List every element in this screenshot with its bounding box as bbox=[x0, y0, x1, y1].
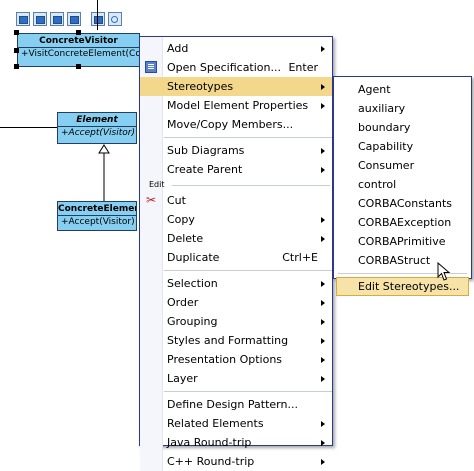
submenu-arrow-icon bbox=[321, 376, 325, 382]
generalization-arrow bbox=[98, 144, 110, 202]
menu-item-styles-and-formatting[interactable]: Styles and Formatting bbox=[140, 331, 332, 350]
dependency-resource-icon[interactable] bbox=[50, 12, 64, 26]
class-element[interactable]: Element +Accept(Visitor) bbox=[57, 112, 137, 144]
menu-item-related-elements[interactable]: Related Elements bbox=[140, 414, 332, 433]
menu-item-order[interactable]: Order bbox=[140, 293, 332, 312]
class-operation: +Accept(Visitor) bbox=[61, 128, 135, 138]
menu-item-layer[interactable]: Layer bbox=[140, 369, 332, 388]
submenu-arrow-icon bbox=[321, 167, 325, 173]
menu-item-presentation-options[interactable]: Presentation Options bbox=[140, 350, 332, 369]
submenu-arrow-icon bbox=[321, 421, 325, 427]
menu-item-define-design-pattern[interactable]: Define Design Pattern... bbox=[140, 395, 332, 414]
menu-item-model-element-properties[interactable]: Model Element Properties bbox=[140, 96, 332, 115]
menu-item-sub-diagrams[interactable]: Sub Diagrams bbox=[140, 141, 332, 160]
menu-item-delete[interactable]: Delete bbox=[140, 229, 332, 248]
menu-item-stereotypes[interactable]: Stereotypes bbox=[140, 77, 332, 96]
connector-line bbox=[97, 0, 98, 30]
menu-item-selection[interactable]: Selection bbox=[140, 274, 332, 293]
note-resource-icon[interactable] bbox=[91, 12, 105, 26]
stereotype-item[interactable]: CORBAException bbox=[334, 213, 471, 232]
submenu-arrow-icon bbox=[321, 281, 325, 287]
class-name: Element bbox=[58, 113, 136, 127]
menu-group-header-edit: Edit bbox=[140, 179, 332, 191]
menu-item-add[interactable]: Add bbox=[140, 39, 332, 58]
stereotype-item[interactable]: Consumer bbox=[334, 156, 471, 175]
association-line bbox=[0, 127, 57, 128]
selection-handle[interactable] bbox=[14, 48, 19, 53]
stereotype-item[interactable]: Capability bbox=[334, 137, 471, 156]
stereotype-item[interactable]: auxiliary bbox=[334, 99, 471, 118]
submenu-arrow-icon bbox=[321, 338, 325, 344]
stereotype-item[interactable]: CORBAConstants bbox=[334, 194, 471, 213]
submenu-arrow-icon bbox=[321, 459, 325, 465]
menu-item-duplicate[interactable]: Duplicate Ctrl+E bbox=[140, 248, 332, 267]
generalization-resource-icon[interactable] bbox=[33, 12, 47, 26]
menu-separator bbox=[164, 391, 332, 392]
stereotype-item[interactable]: boundary bbox=[334, 118, 471, 137]
class-concrete-element[interactable]: ConcreteElement +Accept(Visitor) bbox=[57, 201, 137, 231]
class-operation: +Accept(Visitor) bbox=[61, 217, 135, 227]
selection-handle[interactable] bbox=[76, 64, 81, 69]
resource-toolbar bbox=[16, 12, 122, 30]
submenu-arrow-icon bbox=[321, 236, 325, 242]
submenu-arrow-icon bbox=[321, 148, 325, 154]
association-resource-icon[interactable] bbox=[16, 12, 30, 26]
menu-item-grouping[interactable]: Grouping bbox=[140, 312, 332, 331]
menu-item-cut[interactable]: ✂ Cut bbox=[140, 191, 332, 210]
menu-item-copy[interactable]: Copy bbox=[140, 210, 332, 229]
submenu-arrow-icon bbox=[321, 46, 325, 52]
class-name: ConcreteElement bbox=[58, 204, 136, 216]
specification-icon bbox=[145, 61, 157, 73]
menu-item-move-copy-members[interactable]: Move/Copy Members... bbox=[140, 115, 332, 134]
submenu-arrow-icon bbox=[321, 319, 325, 325]
scissors-icon: ✂ bbox=[146, 193, 157, 207]
menu-item-open-specification[interactable]: Open Specification... Enter bbox=[140, 58, 332, 77]
submenu-arrow-icon bbox=[321, 103, 325, 109]
stereotypes-submenu: Agent auxiliary boundary Capability Cons… bbox=[333, 76, 472, 296]
stereotype-item[interactable]: Agent bbox=[334, 80, 471, 99]
search-resource-icon[interactable] bbox=[108, 12, 122, 26]
class-concrete-visitor[interactable]: ConcreteVisitor +VisitConcreteElement(Co… bbox=[17, 33, 140, 67]
class-name: ConcreteVisitor bbox=[18, 34, 139, 48]
menu-separator bbox=[164, 137, 332, 138]
stereotype-item[interactable]: control bbox=[334, 175, 471, 194]
class-operation: +VisitConcreteElement(Concre bbox=[21, 49, 139, 59]
menu-item-java-round-trip[interactable]: Java Round-trip bbox=[140, 433, 332, 452]
context-menu: Add Open Specification... Enter Stereoty… bbox=[139, 36, 333, 471]
menu-item-create-parent[interactable]: Create Parent bbox=[140, 160, 332, 179]
mouse-pointer-icon bbox=[437, 262, 451, 281]
submenu-arrow-icon bbox=[321, 84, 325, 90]
selection-handle[interactable] bbox=[14, 64, 19, 69]
submenu-arrow-icon bbox=[321, 300, 325, 306]
menu-item-cpp-round-trip[interactable]: C++ Round-trip bbox=[140, 452, 332, 471]
realization-resource-icon[interactable] bbox=[67, 12, 81, 26]
submenu-arrow-icon bbox=[321, 357, 325, 363]
selection-handle[interactable] bbox=[76, 30, 81, 35]
stereotype-item[interactable]: CORBAPrimitive bbox=[334, 232, 471, 251]
submenu-arrow-icon bbox=[321, 440, 325, 446]
submenu-arrow-icon bbox=[321, 217, 325, 223]
menu-separator bbox=[164, 270, 332, 271]
selection-handle[interactable] bbox=[14, 30, 19, 35]
